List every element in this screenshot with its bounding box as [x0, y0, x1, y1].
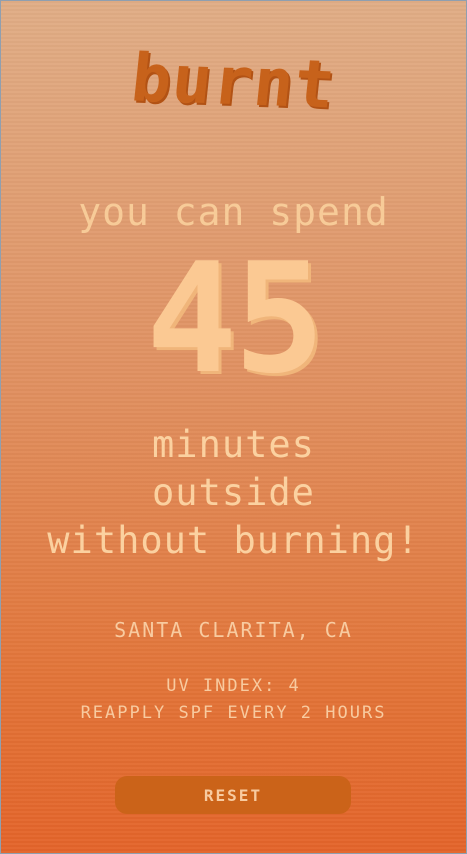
message-line-minutes: minutes: [152, 423, 315, 466]
uv-info: UV INDEX: 4 REAPPLY SPF EVERY 2 HOURS: [1, 673, 466, 727]
message-line-without-burning: without burning!: [47, 519, 420, 562]
lead-text: you can spend: [78, 190, 389, 234]
result-message: minutes outside without burning!: [1, 421, 466, 565]
minutes-value: 45: [145, 230, 325, 407]
reapply-text: REAPPLY SPF EVERY 2 HOURS: [80, 703, 387, 723]
uv-index-text: UV INDEX: 4: [166, 676, 301, 696]
app-logo: burnt: [127, 39, 340, 124]
burn-time-screen: burnt you can spend 45 minutes outside w…: [0, 0, 467, 854]
message-line-outside: outside: [152, 471, 315, 514]
reset-button[interactable]: RESET: [115, 776, 351, 814]
location-label: SANTA CLARITA, CA: [114, 618, 353, 642]
